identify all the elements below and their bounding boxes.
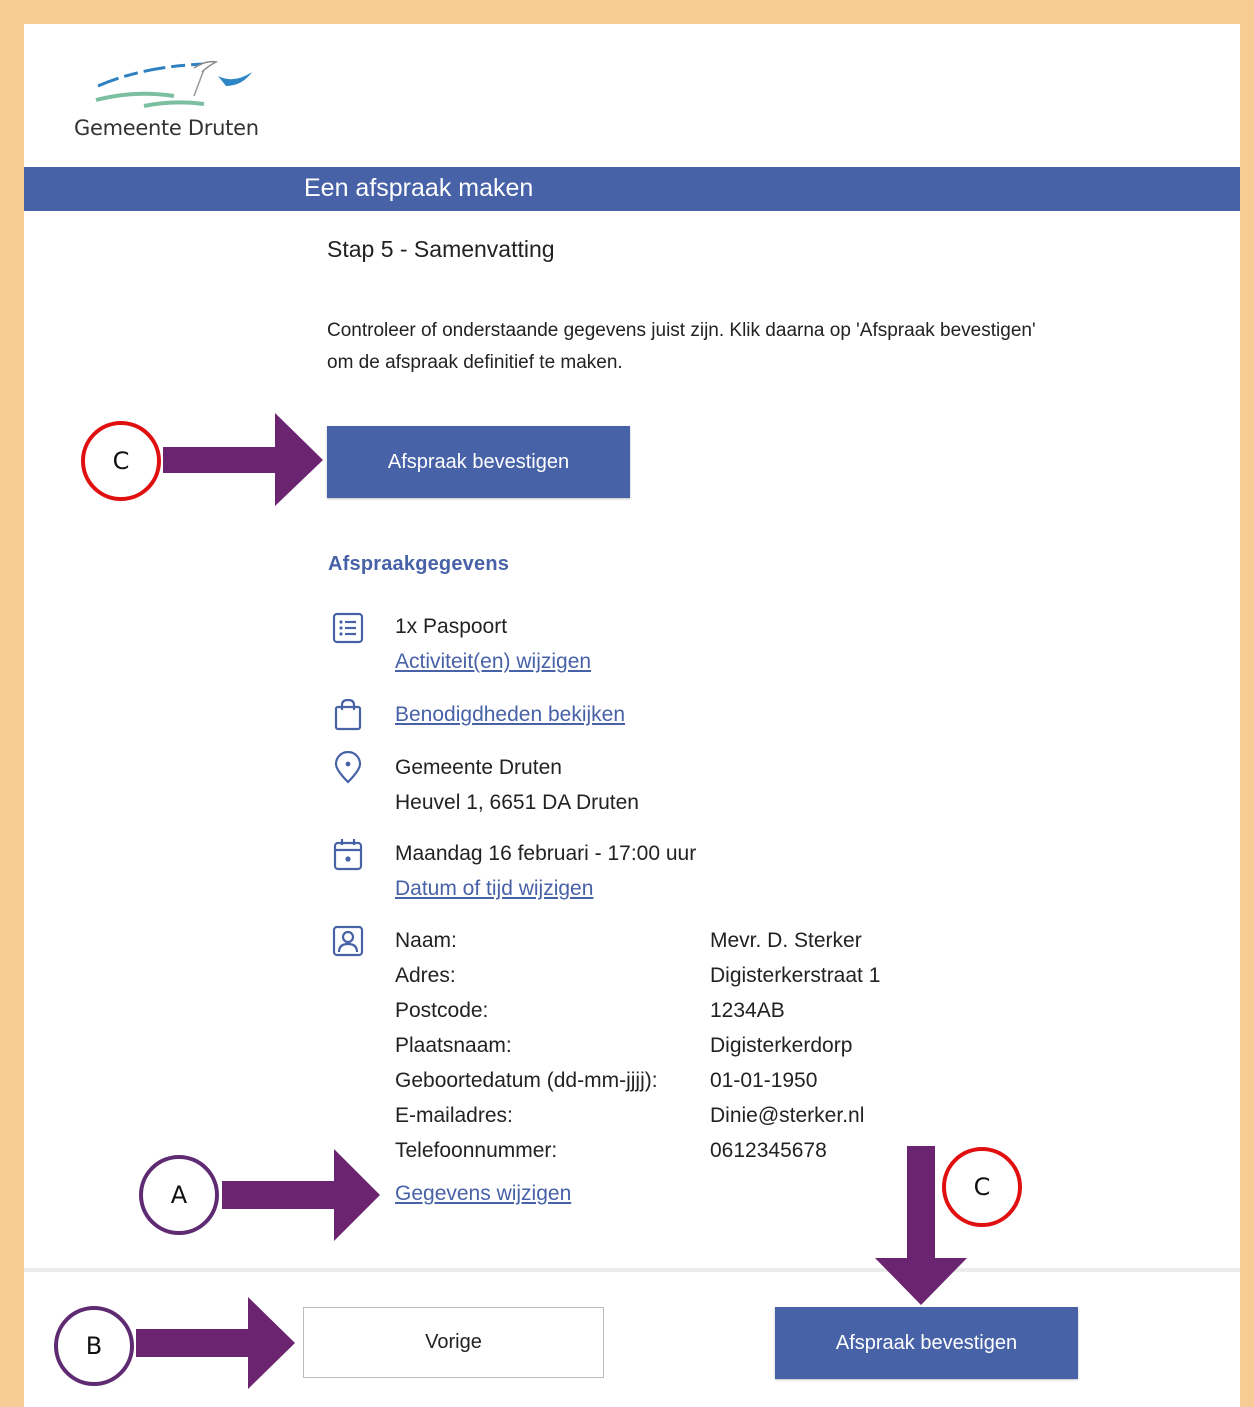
- label-city: Plaatsnaam:: [395, 1034, 512, 1057]
- label-name: Naam:: [395, 929, 457, 952]
- annotation-circle-c-bottom: C: [942, 1147, 1022, 1227]
- confirm-appointment-button-top[interactable]: Afspraak bevestigen: [327, 426, 630, 498]
- label-birthdate: Geboortedatum (dd-mm-jjjj):: [395, 1069, 658, 1092]
- contact-card-icon: [332, 925, 364, 957]
- label-email: E-mailadres:: [395, 1104, 513, 1127]
- appointment-datetime: Maandag 16 februari - 17:00 uur: [395, 842, 697, 865]
- label-postcode: Postcode:: [395, 999, 489, 1022]
- intro-text: Controleer of onderstaande gegevens juis…: [327, 320, 1036, 373]
- calendar-icon: [333, 839, 363, 871]
- value-city: Digisterkerdorp: [710, 1034, 853, 1057]
- activity-value: 1x Paspoort: [395, 615, 508, 638]
- value-birthdate: 01-01-1950: [710, 1069, 818, 1092]
- value-email: Dinie@sterker.nl: [710, 1104, 865, 1127]
- confirm-appointment-button-bottom[interactable]: Afspraak bevestigen: [775, 1307, 1078, 1379]
- annotation-circle-a: A: [139, 1155, 219, 1235]
- section-title-appointment-details: Afspraakgegevens: [328, 553, 510, 575]
- value-postcode: 1234AB: [710, 999, 785, 1022]
- back-button[interactable]: Vorige: [303, 1307, 604, 1378]
- title-bar: Een afspraak maken: [24, 167, 1240, 211]
- list-icon: [332, 612, 364, 644]
- shopping-bag-icon: [334, 698, 362, 731]
- gemeente-druten-logo: [95, 60, 252, 108]
- org-name: Gemeente Druten: [74, 116, 259, 140]
- annotation-circle-b: B: [54, 1306, 134, 1386]
- step-title: Stap 5 - Samenvatting: [327, 236, 555, 262]
- location-pin-icon: [334, 751, 362, 784]
- change-personal-details-link[interactable]: Gegevens wijzigen: [395, 1182, 571, 1206]
- view-requirements-link[interactable]: Benodigdheden bekijken: [395, 703, 625, 727]
- location-name: Gemeente Druten: [395, 756, 562, 779]
- value-name: Mevr. D. Sterker: [710, 929, 862, 952]
- footer-divider: [24, 1268, 1240, 1272]
- label-address: Adres:: [395, 964, 456, 987]
- label-phone: Telefoonnummer:: [395, 1139, 558, 1162]
- annotation-circle-c-top: C: [81, 421, 161, 501]
- page-title: Een afspraak maken: [304, 174, 534, 202]
- value-phone: 0612345678: [710, 1139, 827, 1162]
- value-address: Digisterkerstraat 1: [710, 964, 881, 987]
- location-address: Heuvel 1, 6651 DA Druten: [395, 791, 639, 814]
- change-activity-link[interactable]: Activiteit(en) wijzigen: [395, 650, 591, 674]
- change-datetime-link[interactable]: Datum of tijd wijzigen: [395, 877, 593, 901]
